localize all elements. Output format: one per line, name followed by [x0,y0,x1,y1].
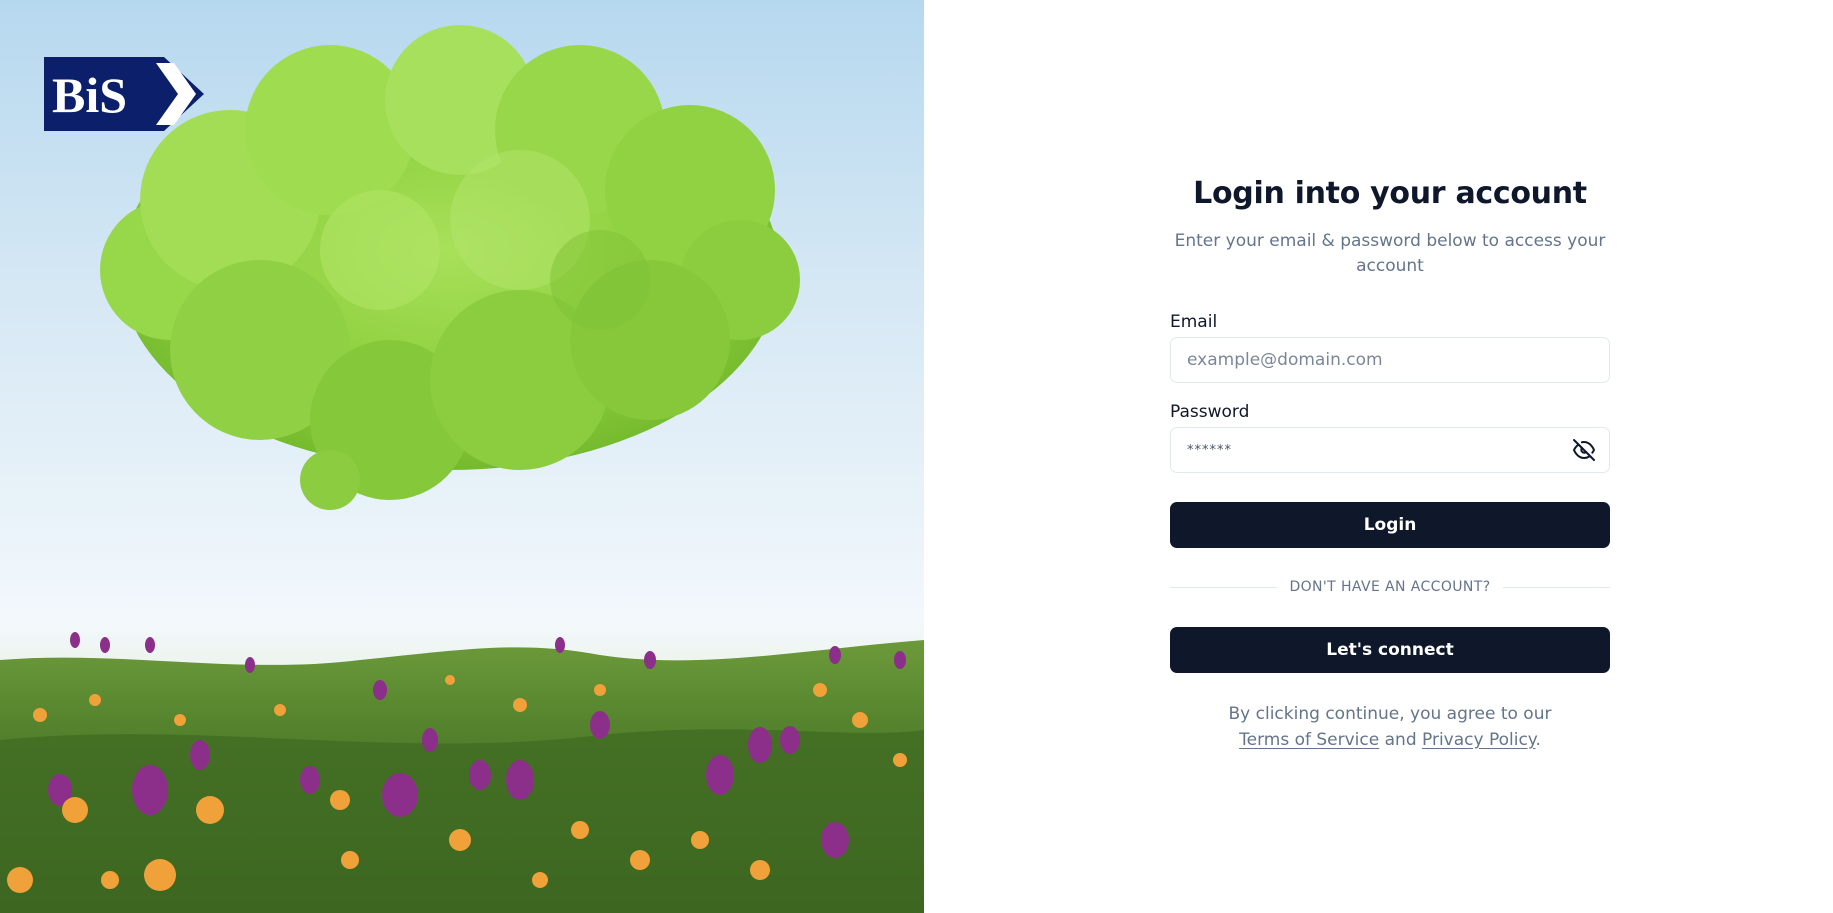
login-button[interactable]: Login [1170,502,1610,548]
hero-illustration [0,25,924,913]
email-field[interactable] [1170,337,1610,383]
page-subtitle: Enter your email & password below to acc… [1174,231,1606,276]
legal-prefix: By clicking continue, you agree to our [1228,704,1552,724]
eye-off-icon[interactable] [1572,438,1596,462]
legal-suffix: . [1535,730,1541,750]
legal-and: and [1384,730,1417,750]
green-cloud-shape [100,25,800,510]
email-label: Email [1170,312,1218,332]
meadow-shape [0,632,924,913]
bis-logo: BiS [44,57,204,131]
divider-line-left [1170,586,1278,588]
password-field[interactable] [1170,427,1610,473]
divider-text: DON'T HAVE AN ACCOUNT? [1289,579,1491,595]
divider-line-right [1502,586,1611,588]
legal-notice: By clicking continue, you agree to our T… [1170,701,1610,753]
logo-text: BiS [52,67,127,123]
terms-of-service-link[interactable]: Terms of Service [1239,730,1379,750]
privacy-policy-link[interactable]: Privacy Policy [1422,730,1535,750]
password-label: Password [1170,402,1250,422]
login-panel: Login into your account Enter your email… [1170,0,1611,913]
lets-connect-button[interactable]: Let's connect [1170,627,1610,673]
hero-panel: BiS [0,0,924,913]
signup-divider: DON'T HAVE AN ACCOUNT? [1170,578,1611,596]
page-title: Login into your account [1193,176,1587,211]
